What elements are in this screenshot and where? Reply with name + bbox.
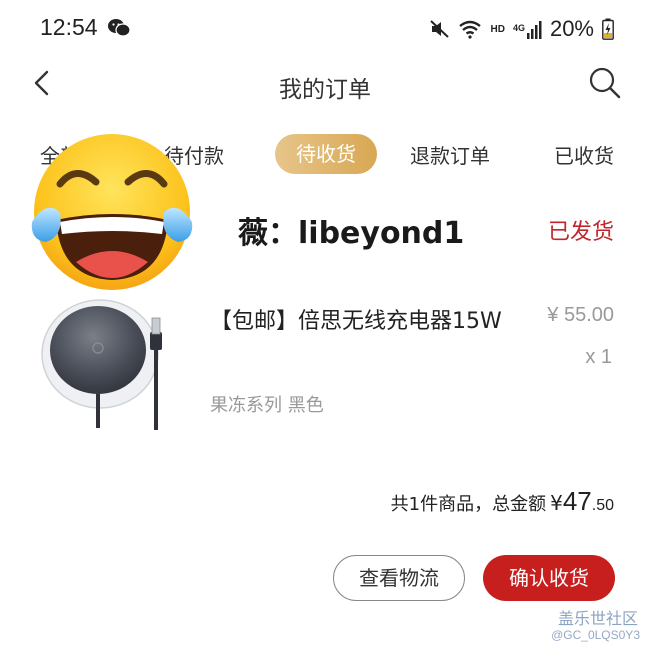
cellular-type-label: 4G (512, 23, 525, 33)
store-name[interactable]: 薇：libeyond1 (238, 208, 464, 252)
battery-percent: 20% (549, 16, 594, 41)
product-price: ¥ 55.00 (547, 304, 614, 326)
search-icon[interactable] (588, 66, 622, 100)
confirm-receipt-button[interactable]: 确认收货 (483, 555, 615, 601)
order-status: 已发货 (547, 220, 614, 245)
product-image[interactable] (30, 288, 190, 438)
tears-of-joy-emoji (31, 134, 193, 290)
page-title: 我的订单 (279, 77, 371, 103)
watermark-user: @GC_0LQS0Y3 (551, 628, 640, 642)
status-time: 12:54 (40, 14, 98, 40)
header-bar: 我的订单 (0, 58, 650, 114)
order-total: 共1件商品，总金额 ¥ 47 .50 (391, 486, 614, 517)
product-name[interactable]: 【包邮】倍思无线充电器15W (210, 300, 540, 343)
mute-icon (430, 20, 450, 38)
total-amount-decimal: .50 (591, 497, 614, 514)
product-quantity: x 1 (585, 346, 612, 368)
tab-pending-receipt[interactable]: 待收货 (275, 134, 377, 174)
tab-received[interactable]: 已收货 (554, 140, 614, 169)
hd-label: HD (490, 23, 505, 35)
wechat-icon (108, 19, 130, 37)
battery-charging-icon (602, 18, 614, 40)
signal-bars-icon (526, 21, 542, 39)
signal-icon: 4G (513, 19, 542, 39)
total-label: 共1件商品，总金额 (390, 494, 547, 515)
status-icons: HD 4G 20% (430, 14, 614, 44)
wifi-icon (459, 20, 482, 39)
product-spec: 果冻系列 黑色 (210, 395, 324, 416)
watermark-community: 盖乐世社区 (557, 609, 638, 628)
tab-refund-orders[interactable]: 退款订单 (410, 140, 490, 169)
view-logistics-button[interactable]: 查看物流 (333, 555, 465, 601)
status-bar: 12:54 HD 4G 20% (0, 0, 650, 58)
total-amount-integer: 47 (562, 486, 592, 516)
total-currency: ¥ (550, 491, 563, 515)
